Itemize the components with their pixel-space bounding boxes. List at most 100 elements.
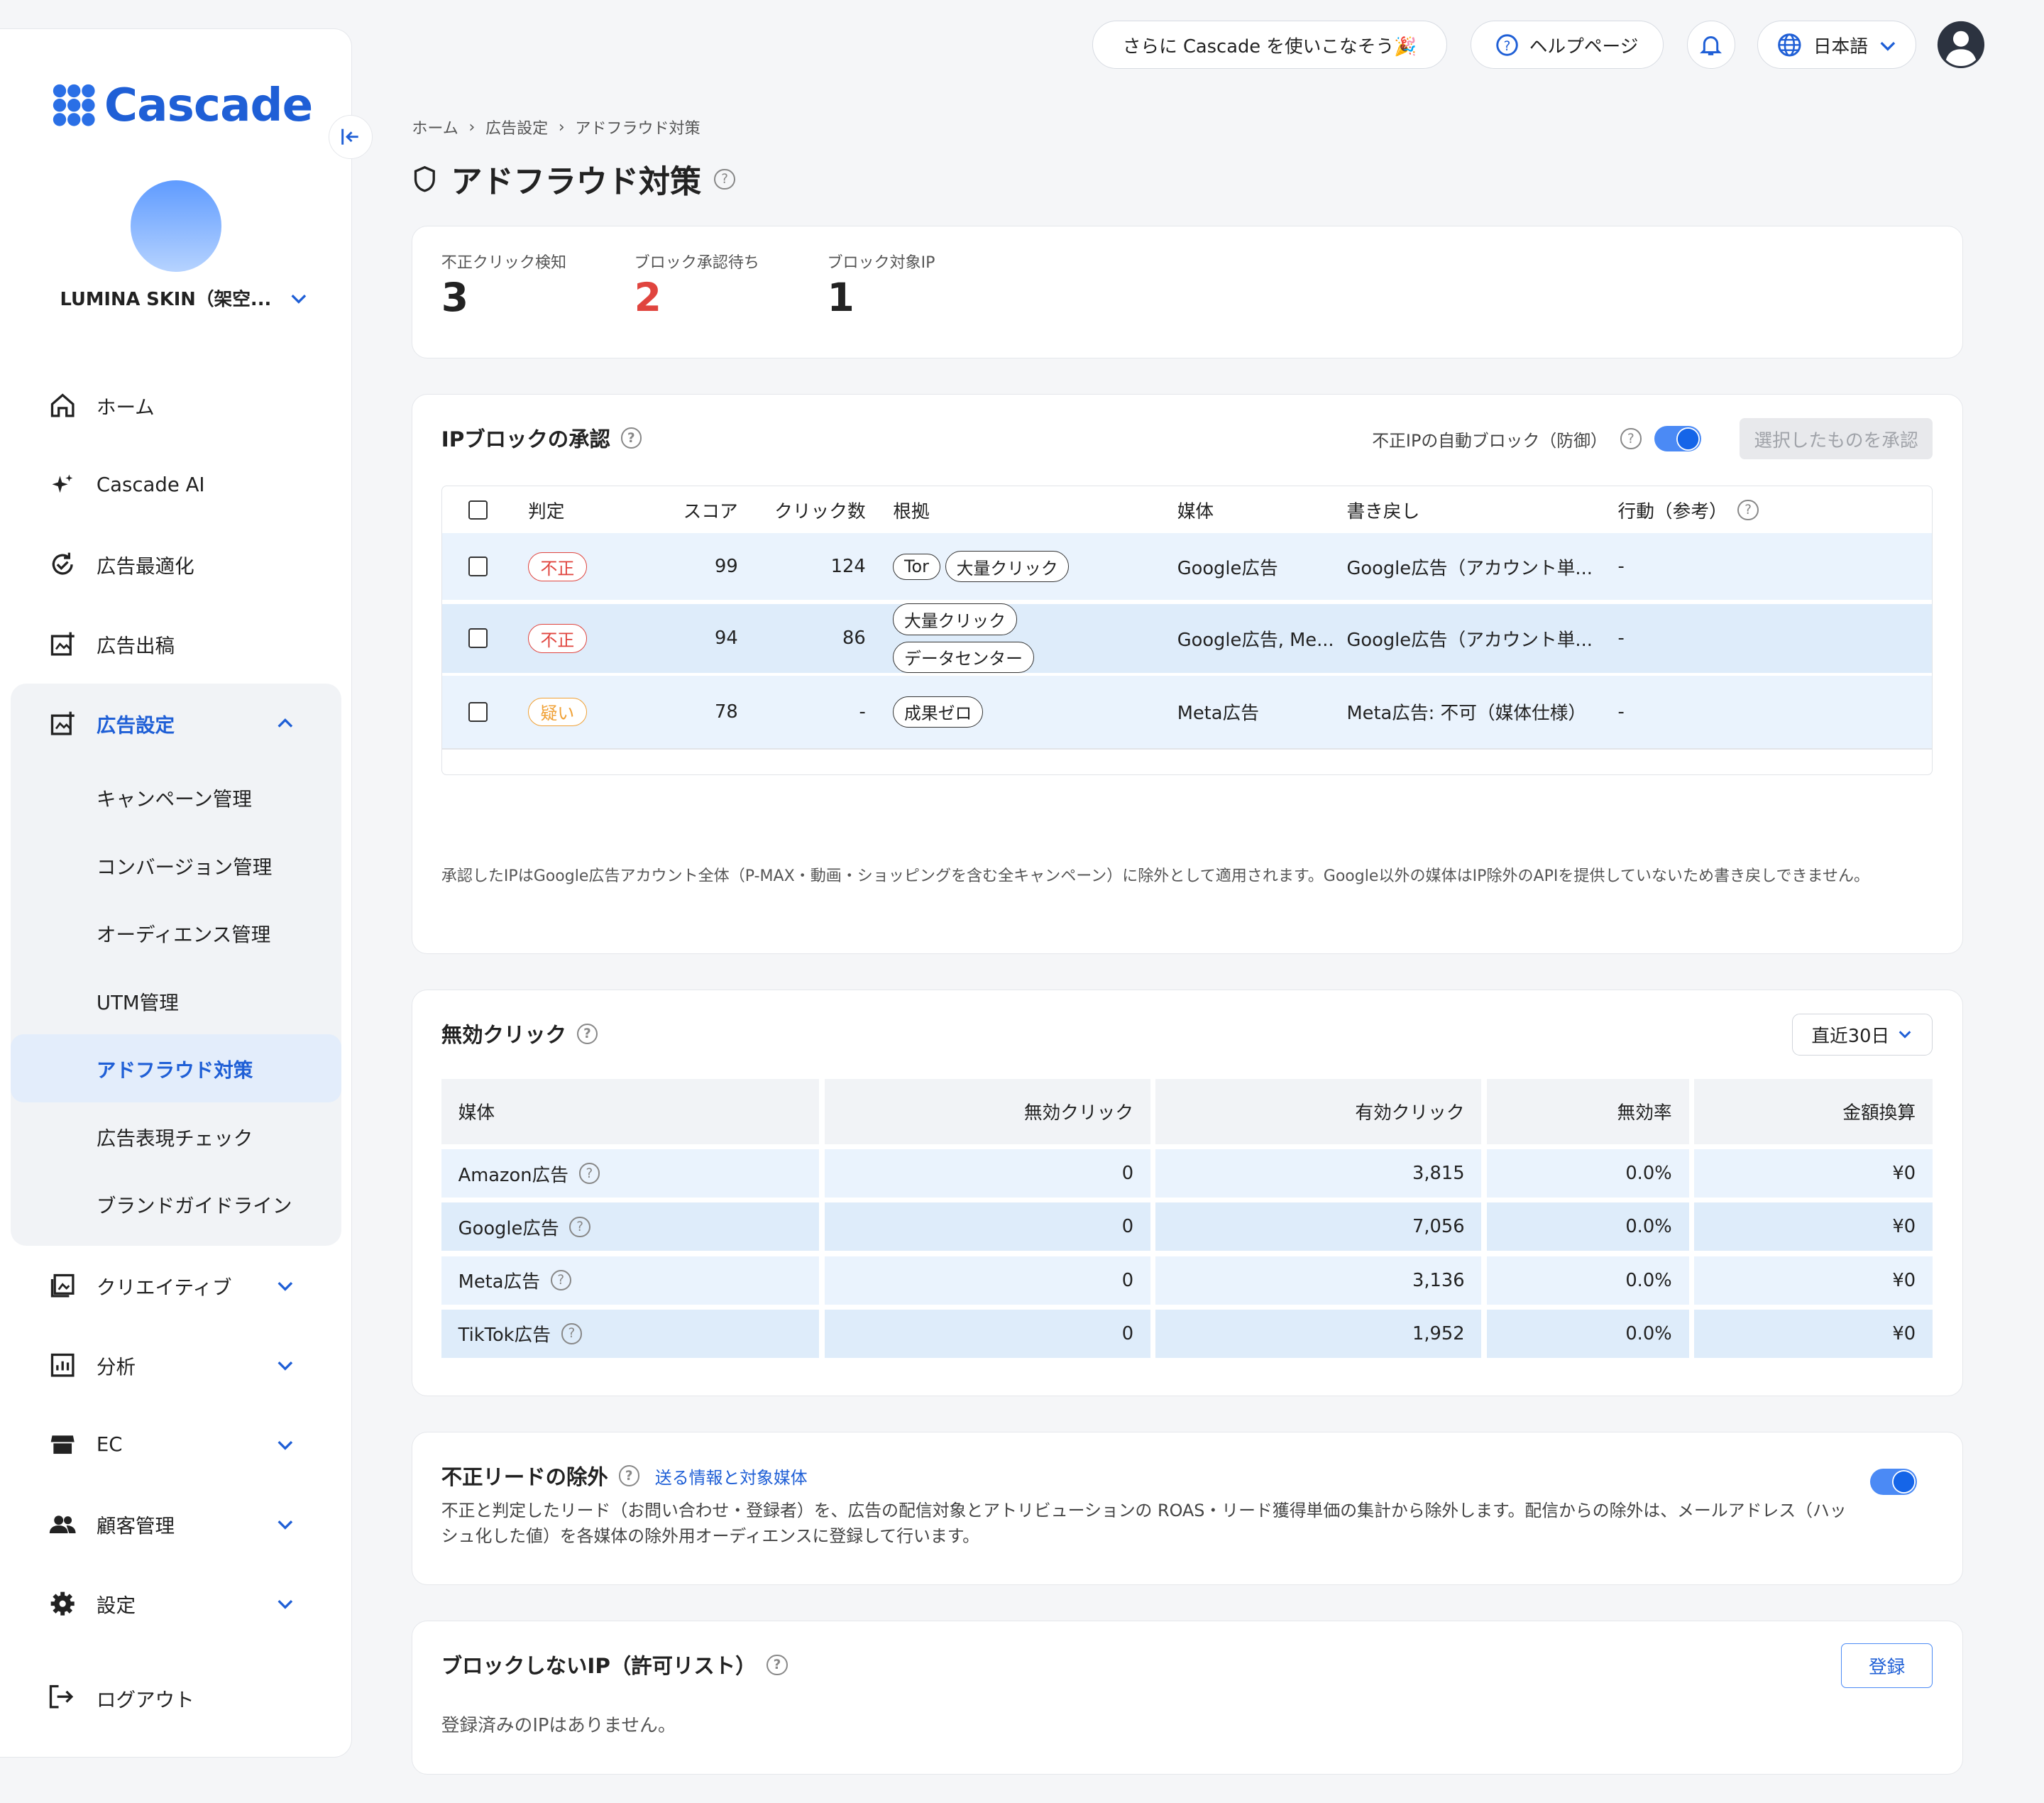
sidebar-item-home[interactable]: ホーム: [0, 366, 352, 445]
action: -: [1617, 701, 1625, 723]
writeback: Google広告（アカウント単...: [1346, 629, 1593, 651]
auto-block-toggle[interactable]: [1654, 425, 1701, 452]
select-all-checkbox[interactable]: [468, 500, 488, 520]
breadcrumb-ad-settings[interactable]: 広告設定: [485, 116, 548, 138]
sidebar-nav: ホーム Cascade AI 広告最適化 広告出稿 広告設定 キャンペーン管理 …: [0, 366, 352, 1643]
help-icon[interactable]: ?: [576, 1023, 598, 1045]
row-checkbox[interactable]: [468, 702, 488, 722]
table-row[interactable]: 疑い 78 - 成果ゼロ Meta広告 Meta広告: 不可（媒体仕様） -: [441, 675, 1932, 749]
promo-label: さらに Cascade を使いこなそう🎉: [1122, 35, 1417, 57]
sidebar-subitem-conversion[interactable]: コンバージョン管理: [11, 831, 342, 899]
sidebar-subitem-adfraud[interactable]: アドフラウド対策: [10, 1034, 342, 1102]
table-header: 媒体 無効クリック 有効クリック 無効率 金額換算: [441, 1078, 1933, 1144]
table-row: Meta広告? 0 3,136 0.0% ¥0: [441, 1256, 1933, 1305]
gear-icon: [47, 1588, 78, 1619]
period-dropdown[interactable]: 直近30日: [1791, 1014, 1933, 1056]
table-divider: [441, 748, 1932, 750]
action: -: [1617, 556, 1625, 578]
media-cell: Google広告?: [441, 1202, 820, 1251]
users-icon: [47, 1508, 78, 1540]
invalid-clicks-table: 媒体 無効クリック 有効クリック 無効率 金額換算 Amazon広告? 0 3,…: [441, 1078, 1933, 1363]
sidebar-item-settings[interactable]: 設定: [0, 1564, 352, 1643]
help-icon[interactable]: ?: [714, 168, 735, 190]
notifications-button[interactable]: [1686, 21, 1735, 70]
cascade-logo-icon: [53, 84, 96, 127]
reason-tag: データセンター: [893, 641, 1034, 674]
sidebar-item-ai[interactable]: Cascade AI: [0, 445, 352, 525]
help-icon[interactable]: ?: [618, 1465, 639, 1486]
user-avatar-icon[interactable]: [1937, 21, 1985, 69]
sidebar-subitem-utm[interactable]: UTM管理: [11, 967, 342, 1035]
amount-cell: ¥0: [1693, 1310, 1933, 1358]
action: -: [1617, 628, 1625, 650]
language-selector[interactable]: 日本語: [1757, 21, 1916, 70]
help-icon[interactable]: ?: [1620, 428, 1642, 449]
logout-button[interactable]: ログアウト: [47, 1682, 194, 1714]
sidebar-subitem-campaign[interactable]: キャンペーン管理: [11, 763, 342, 831]
table-row[interactable]: 不正 99 124 Tor 大量クリック Google広告 Google広告（ア…: [441, 533, 1932, 600]
sparkle-icon: [47, 469, 78, 500]
help-icon[interactable]: ?: [578, 1163, 600, 1184]
sidebar-item-optimize[interactable]: 広告最適化: [0, 525, 352, 604]
help-icon[interactable]: ?: [561, 1323, 583, 1344]
fraud-leads-info-link[interactable]: 送る情報と対象媒体: [655, 1464, 808, 1489]
column-header: スコア: [683, 500, 738, 522]
collapse-sidebar-button[interactable]: [328, 114, 373, 160]
help-icon[interactable]: ?: [1737, 499, 1759, 520]
column-header: クリック数: [774, 500, 866, 522]
score: 99: [714, 556, 738, 578]
register-ip-button[interactable]: 登録: [1841, 1643, 1933, 1688]
brand-logo[interactable]: Cascade: [52, 79, 313, 132]
row-checkbox[interactable]: [468, 628, 488, 648]
sidebar-item-creative[interactable]: クリエイティブ: [0, 1246, 352, 1325]
media-name: TikTok広告: [458, 1325, 551, 1347]
sidebar-subitem-audience[interactable]: オーディエンス管理: [11, 899, 342, 967]
help-icon[interactable]: ?: [766, 1654, 788, 1676]
column-header: 媒体: [1177, 500, 1214, 522]
sidebar-item-ec[interactable]: EC: [0, 1405, 352, 1484]
promo-button[interactable]: さらに Cascade を使いこなそう🎉: [1092, 21, 1447, 70]
sidebar-item-publish[interactable]: 広告出稿: [0, 604, 352, 684]
page-title-text: アドフラウド対策: [451, 164, 702, 201]
fraud-leads-toggle[interactable]: [1869, 1469, 1917, 1495]
column-header-action: 行動（参考） ?: [1618, 497, 1759, 523]
writeback: Google広告（アカウント単...: [1346, 557, 1593, 579]
breadcrumb: ホーム › 広告設定 › アドフラウド対策: [412, 116, 700, 138]
account-switcher[interactable]: LUMINA SKIN（架空...: [60, 285, 307, 311]
sidebar-item-label: EC: [96, 1433, 123, 1457]
column-header: 根拠: [893, 500, 930, 522]
help-page-button[interactable]: ? ヘルプページ: [1470, 21, 1664, 70]
sidebar-item-ad-settings[interactable]: 広告設定: [11, 684, 342, 763]
help-icon[interactable]: ?: [620, 427, 642, 449]
sidebar-subitem-expression-check[interactable]: 広告表現チェック: [11, 1102, 342, 1171]
globe-icon: [1778, 33, 1801, 57]
invalid-clicks-title: 無効クリック ?: [441, 1019, 598, 1048]
account-avatar: [130, 180, 222, 273]
sidebar-item-label: 顧客管理: [96, 1515, 175, 1538]
reason-tag: Tor: [893, 553, 940, 580]
stats-card: 不正クリック検知 3 ブロック承認待ち 2 ブロック対象IP 1: [412, 225, 1964, 359]
row-checkbox[interactable]: [468, 557, 488, 576]
stat-value: 3: [441, 275, 469, 321]
sidebar-item-label: 広告出稿: [96, 635, 175, 658]
media: Meta広告: [1177, 703, 1259, 725]
fraud-leads-description: 不正と判定したリード（お問い合わせ・登録者）を、広告の配信対象とアトリビューショ…: [441, 1500, 1847, 1547]
sidebar-subitem-brand-guideline[interactable]: ブランドガイドライン: [11, 1170, 342, 1238]
period-label: 直近30日: [1811, 1025, 1890, 1047]
amount-cell: ¥0: [1693, 1256, 1933, 1305]
approve-selected-button[interactable]: 選択したものを承認: [1740, 417, 1933, 460]
invalid-cell: 0: [824, 1310, 1150, 1358]
media-name: Meta広告: [458, 1271, 540, 1293]
shield-icon: [414, 166, 436, 192]
logout-icon: [47, 1682, 78, 1714]
rate-cell: 0.0%: [1486, 1256, 1689, 1305]
table-row[interactable]: 不正 94 86 大量クリック データセンター Google広告, Me... …: [441, 603, 1932, 674]
invalid-cell: 0: [824, 1256, 1150, 1305]
help-icon[interactable]: ?: [550, 1269, 571, 1291]
sidebar-item-customers[interactable]: 顧客管理: [0, 1484, 352, 1564]
help-icon[interactable]: ?: [569, 1216, 590, 1238]
sidebar-item-analysis[interactable]: 分析: [0, 1325, 352, 1405]
breadcrumb-home[interactable]: ホーム: [412, 116, 458, 138]
fraud-leads-title: 不正リードの除外 ? 送る情報と対象媒体: [441, 1461, 808, 1491]
allowlist-title-text: ブロックしないIP（許可リスト）: [441, 1654, 757, 1679]
